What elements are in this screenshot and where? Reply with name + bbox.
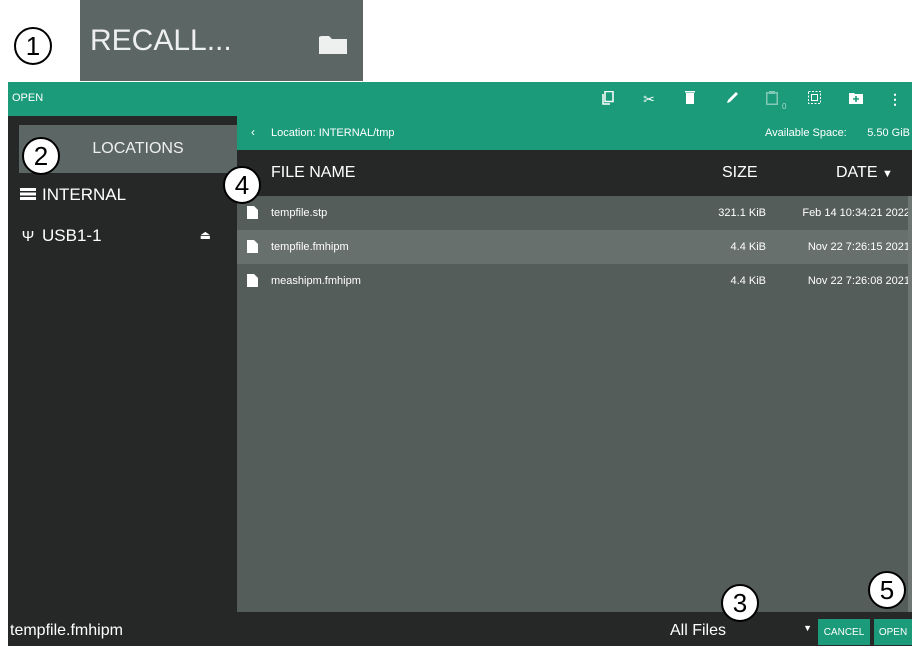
file-list: tempfile.stp 321.1 KiB Feb 14 10:34:21 2… xyxy=(237,196,912,612)
sort-desc-icon: ▼ xyxy=(881,168,893,180)
sidebar-item-usb[interactable]: Ψ USB1-1 ⏏ xyxy=(8,221,237,251)
cut-icon[interactable]: ✂ xyxy=(641,91,657,107)
file-browser: ‹ Location: INTERNAL/tmp Available Space… xyxy=(237,116,912,612)
open-dialog: OPEN ✂ 0 ⋮ LOCATIONS INTERNAL Ψ USB1-1 ⏏… xyxy=(8,82,912,646)
callout-4: 4 xyxy=(223,166,261,204)
available-space-value: 5.50 GiB xyxy=(867,127,910,139)
table-row[interactable]: tempfile.stp 321.1 KiB Feb 14 10:34:21 2… xyxy=(237,196,910,230)
file-date: Nov 22 7:26:15 2021 xyxy=(807,241,910,253)
back-chevron-icon[interactable]: ‹ xyxy=(251,125,255,139)
column-date-label: DATE xyxy=(836,164,878,181)
bottom-bar: tempfile.fmhipm All Files ▼ CANCEL OPEN xyxy=(8,612,912,646)
sidebar-item-label: USB1-1 xyxy=(42,226,102,245)
callout-1: 1 xyxy=(14,27,52,65)
folder-icon xyxy=(319,36,347,54)
paste-count: 0 xyxy=(782,102,787,111)
chevron-down-icon: ▼ xyxy=(803,623,812,633)
dialog-title: OPEN xyxy=(12,92,44,104)
location-path: Location: INTERNAL/tmp xyxy=(271,127,395,139)
select-all-icon[interactable] xyxy=(806,91,822,107)
scrollbar[interactable] xyxy=(908,196,912,612)
recall-label: RECALL... xyxy=(90,23,232,57)
table-row[interactable]: tempfile.fmhipm 4.4 KiB Nov 22 7:26:15 2… xyxy=(237,230,910,264)
file-icon xyxy=(247,240,258,253)
column-date[interactable]: DATE ▼ xyxy=(836,164,893,182)
file-date: Nov 22 7:26:08 2021 xyxy=(807,275,910,287)
column-header: FILE NAME SIZE DATE ▼ xyxy=(237,150,912,196)
storage-icon xyxy=(18,187,38,204)
callout-3: 3 xyxy=(721,584,759,622)
cancel-label: CANCEL xyxy=(823,626,865,638)
eject-icon[interactable]: ⏏ xyxy=(200,228,211,242)
sidebar: LOCATIONS INTERNAL Ψ USB1-1 ⏏ xyxy=(8,116,237,612)
callout-5: 5 xyxy=(868,571,906,609)
file-size: 4.4 KiB xyxy=(730,241,766,253)
usb-icon: Ψ xyxy=(21,227,35,245)
table-row[interactable]: meashipm.fmhipm 4.4 KiB Nov 22 7:26:08 2… xyxy=(237,264,910,298)
file-size: 321.1 KiB xyxy=(718,207,766,219)
recall-button[interactable]: RECALL... xyxy=(80,0,363,81)
locations-label: LOCATIONS xyxy=(92,140,184,157)
file-name: tempfile.stp xyxy=(271,207,328,219)
new-folder-icon[interactable] xyxy=(848,91,864,107)
callout-2: 2 xyxy=(22,137,60,175)
file-size: 4.4 KiB xyxy=(730,275,766,287)
column-file-name[interactable]: FILE NAME xyxy=(271,164,355,182)
file-date: Feb 14 10:34:21 2022 xyxy=(802,207,910,219)
delete-icon[interactable] xyxy=(682,91,698,107)
column-size[interactable]: SIZE xyxy=(722,164,758,182)
open-button[interactable]: OPEN xyxy=(874,619,912,645)
open-label: OPEN xyxy=(878,626,908,638)
file-name: meashipm.fmhipm xyxy=(271,275,361,287)
sidebar-item-label: INTERNAL xyxy=(42,185,127,204)
rename-icon[interactable] xyxy=(724,91,740,107)
more-icon[interactable]: ⋮ xyxy=(887,91,903,107)
location-bar: ‹ Location: INTERNAL/tmp Available Space… xyxy=(237,116,912,150)
file-icon xyxy=(247,206,258,219)
sidebar-item-internal[interactable]: INTERNAL xyxy=(8,180,237,210)
selected-filename[interactable]: tempfile.fmhipm xyxy=(10,622,123,640)
file-icon xyxy=(247,274,258,287)
cancel-button[interactable]: CANCEL xyxy=(818,619,870,645)
file-name: tempfile.fmhipm xyxy=(271,241,349,253)
copy-icon[interactable] xyxy=(600,90,616,107)
paste-icon[interactable] xyxy=(764,91,780,107)
file-type-value: All Files xyxy=(670,622,727,639)
title-bar: OPEN ✂ 0 ⋮ xyxy=(8,82,912,116)
available-space-label: Available Space: xyxy=(765,127,847,139)
